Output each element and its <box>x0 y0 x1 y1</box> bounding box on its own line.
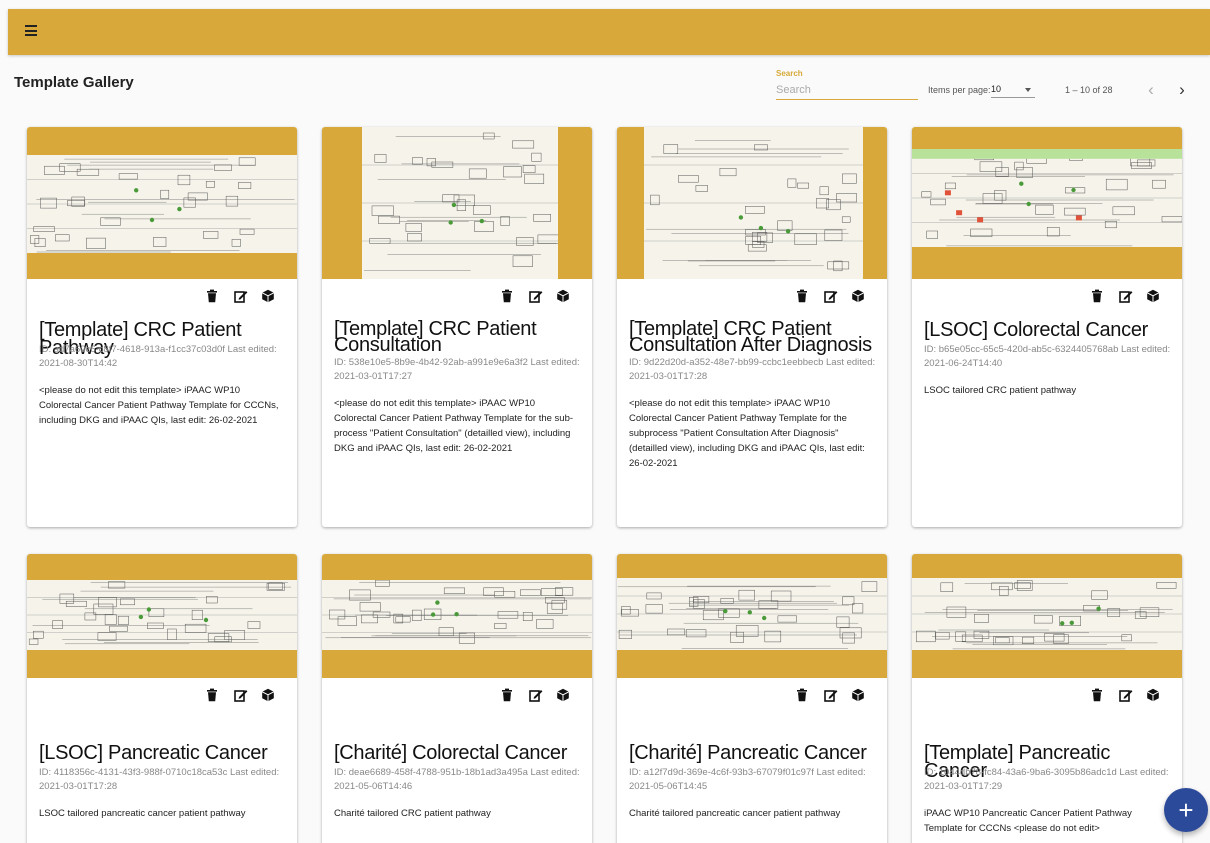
card-actions <box>1090 688 1170 704</box>
process-diagram-preview <box>27 580 297 650</box>
template-card[interactable]: [Charité] Pancreatic Cancer ID: a12f7d9d-… <box>617 554 887 843</box>
cube-icon[interactable] <box>556 289 570 303</box>
process-diagram-preview <box>912 578 1182 650</box>
card-description: <please do not edit this template> iPAAC… <box>39 385 279 426</box>
edit-icon[interactable] <box>824 688 838 702</box>
edit-icon[interactable] <box>1119 289 1133 303</box>
card-meta: ID: deae6689-458f-4788-951b-18b1ad3a495a… <box>334 767 580 792</box>
trash-icon[interactable] <box>1090 688 1104 702</box>
process-diagram-preview <box>644 127 863 279</box>
menu-icon[interactable] <box>25 25 37 36</box>
template-card[interactable]: [Charité] Colorectal Cancer ID: deae6689-… <box>322 554 592 843</box>
chevron-left-icon[interactable]: ‹ <box>1141 80 1161 100</box>
card-description: LSOC tailored pancreatic cancer patient … <box>39 808 246 819</box>
edit-icon[interactable] <box>234 289 248 303</box>
card-actions <box>205 688 285 704</box>
trash-icon[interactable] <box>205 289 219 303</box>
template-card[interactable]: [LSOC] Colorectal Cancer ID: b65e05cc-65c… <box>912 127 1182 527</box>
card-actions <box>795 688 875 704</box>
template-card[interactable]: [Template] CRC Patient Consultation ID: 5… <box>322 127 592 527</box>
template-card[interactable]: [Template] CRC Patient Pathway ID: ad7a60… <box>27 127 297 527</box>
chevron-right-icon[interactable]: › <box>1172 80 1192 100</box>
card-thumbnail[interactable] <box>322 127 592 279</box>
card-meta: ID: 9d22d20d-a352-48e7-bb99-ccbc1eebbecb… <box>629 357 876 382</box>
trash-icon[interactable] <box>795 688 809 702</box>
card-description: iPAAC WP10 Pancreatic Cancer Patient Pat… <box>924 808 1132 834</box>
card-meta: ID: 1044db78-fc84-43a6-9ba6-3095b86adc1d… <box>924 767 1169 792</box>
cube-icon[interactable] <box>261 289 275 303</box>
cube-icon[interactable] <box>851 289 865 303</box>
trash-icon[interactable] <box>795 289 809 303</box>
add-icon: + <box>1178 795 1194 825</box>
page-title: Template Gallery <box>14 74 134 91</box>
card-title: [Charité] Pancreatic Cancer <box>629 742 867 764</box>
template-card[interactable]: [Template] Pancreatic Cancer ID: 1044db78… <box>912 554 1182 843</box>
process-diagram-preview <box>617 578 887 650</box>
card-description: <please do not edit this template> iPAAC… <box>629 398 865 469</box>
cube-icon[interactable] <box>261 688 275 702</box>
card-meta: ID: b65e05cc-65c5-420d-ab5c-6324405768ab… <box>924 344 1171 369</box>
card-actions <box>795 289 875 305</box>
card-thumbnail[interactable] <box>322 554 592 678</box>
template-card[interactable]: [LSOC] Pancreatic Cancer ID: 4118356c-413… <box>27 554 297 843</box>
edit-icon[interactable] <box>529 688 543 702</box>
process-diagram-preview <box>27 155 297 253</box>
cube-icon[interactable] <box>1146 289 1160 303</box>
card-meta: ID: 4118356c-4131-43f3-988f-0710c18ca53c… <box>39 767 280 792</box>
edit-icon[interactable] <box>824 289 838 303</box>
card-title: [LSOC] Pancreatic Cancer <box>39 742 268 764</box>
template-card[interactable]: [Template] CRC Patient Consultation Afte… <box>617 127 887 527</box>
process-diagram-preview <box>362 127 558 279</box>
trash-icon[interactable] <box>500 289 514 303</box>
pagination-range: 1 – 10 of 28 <box>1065 85 1113 95</box>
card-meta: ID: a12f7d9d-369e-4c6f-93b3-67079f01c97f… <box>629 767 866 792</box>
process-diagram-preview <box>322 580 592 650</box>
card-thumbnail[interactable] <box>912 127 1182 279</box>
card-description: LSOC tailored CRC patient pathway <box>924 385 1077 396</box>
card-actions <box>500 289 580 305</box>
add-template-button[interactable]: + <box>1164 788 1208 832</box>
card-actions <box>500 688 580 704</box>
trash-icon[interactable] <box>205 688 219 702</box>
card-description: Charité tailored pancreatic cancer patie… <box>629 808 841 819</box>
card-meta: ID: ad7a60c6-c8f7-4618-913a-f1cc37c03d0f… <box>39 344 277 369</box>
card-thumbnail[interactable] <box>27 554 297 678</box>
edit-icon[interactable] <box>234 688 248 702</box>
card-thumbnail[interactable] <box>912 554 1182 678</box>
card-actions <box>1090 289 1170 305</box>
trash-icon[interactable] <box>500 688 514 702</box>
card-thumbnail[interactable] <box>27 127 297 279</box>
card-thumbnail[interactable] <box>617 127 887 279</box>
card-thumbnail[interactable] <box>617 554 887 678</box>
search-label: Search <box>776 69 803 78</box>
top-app-bar <box>8 9 1210 55</box>
card-actions <box>205 289 285 305</box>
process-diagram-preview <box>912 149 1182 247</box>
cube-icon[interactable] <box>1146 688 1160 702</box>
card-title: [Template] CRC Patient Consultation Afte… <box>629 318 872 356</box>
items-per-page-label: Items per page: <box>928 85 991 95</box>
card-meta: ID: 538e10e5-8b9e-4b42-92ab-a991e9e6a3f2… <box>334 357 580 382</box>
card-title: [LSOC] Colorectal Cancer <box>924 319 1149 341</box>
edit-icon[interactable] <box>1119 688 1133 702</box>
edit-icon[interactable] <box>529 289 543 303</box>
card-title: [Template] CRC Patient Consultation <box>334 318 537 356</box>
caret-down-icon <box>1025 88 1031 92</box>
card-title: [Charité] Colorectal Cancer <box>334 742 568 764</box>
cube-icon[interactable] <box>851 688 865 702</box>
cube-icon[interactable] <box>556 688 570 702</box>
trash-icon[interactable] <box>1090 289 1104 303</box>
card-description: <please do not edit this template> iPAAC… <box>334 398 574 454</box>
card-description: Charité tailored CRC patient pathway <box>334 808 491 819</box>
search-input[interactable] <box>776 80 918 100</box>
